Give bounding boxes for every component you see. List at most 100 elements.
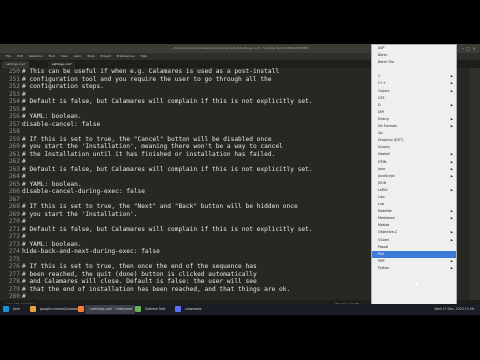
taskbar-item-sublime[interactable]: Sublime Text (142, 305, 168, 314)
taskbar-label: Arch (13, 307, 21, 311)
clock[interactable]: Wed 27 Dec, 2023 11:56 (434, 304, 474, 315)
submenu-arrow-icon: ▶ (450, 265, 453, 270)
code-line[interactable]: # (22, 91, 313, 99)
folder-icon (175, 306, 181, 312)
syntax-menu-item[interactable]: Markdown ▶ (372, 215, 456, 222)
code-line[interactable]: disable-cancel-during-exec: false (22, 188, 313, 196)
syntax-menu-item[interactable]: Groovy (372, 144, 456, 151)
syntax-menu-item[interactable]: CSS (372, 95, 456, 102)
code-line[interactable]: # (22, 158, 313, 166)
code-line[interactable]: # Default is false, but Calamares will c… (22, 226, 313, 234)
code-line[interactable]: # the Installation until it has finished… (22, 151, 313, 159)
taskbar-item-settings[interactable]: ~/settings.conf - Calamares (85, 305, 136, 314)
syntax-menu-item[interactable]: D ▶ (372, 102, 456, 109)
code-line[interactable]: # configuration steps. (22, 83, 313, 91)
menu-item-tools[interactable]: Tools (87, 54, 94, 58)
syntax-menu-item[interactable] (372, 66, 456, 73)
menu-item-preferences[interactable]: Preferences (117, 54, 135, 58)
syntax-menu-item[interactable]: JSON (372, 180, 456, 187)
line-number: 270 (8, 218, 20, 225)
syntax-menu-item[interactable]: OCaml ▶ (372, 237, 456, 244)
code-line[interactable] (22, 196, 313, 204)
syntax-menu-item[interactable]: JavaScript ▶ (372, 173, 456, 180)
code-line[interactable]: # configuration tool and you require the… (22, 76, 313, 84)
syntax-menu-item[interactable]: Lisp (372, 194, 456, 201)
syntax-menu-item[interactable]: Clojure ▶ (372, 88, 456, 95)
taskbar-label: ~/settings.conf - Calamares (88, 307, 133, 311)
code-line[interactable]: disable-cancel: false (22, 121, 313, 129)
line-number: 265 (8, 180, 20, 188)
code-line[interactable]: # YAML: boolean. (22, 241, 313, 249)
menu-item-goto[interactable]: Goto (74, 54, 81, 58)
syntax-menu-item[interactable]: Objective-C ▶ (372, 229, 456, 236)
code-line[interactable]: # YAML: boolean. (22, 181, 313, 189)
menu-item-find[interactable]: Find (49, 54, 55, 58)
code-line[interactable]: # (22, 218, 313, 226)
tab-settings-conf[interactable]: settings.conf (2, 61, 30, 68)
syntax-menu-item[interactable]: C++ ▶ (372, 80, 456, 87)
line-number: 267 (8, 195, 20, 203)
syntax-menu-item[interactable]: ASP (372, 45, 456, 52)
syntax-menu-item[interactable]: Git Formats ▶ (372, 123, 456, 130)
code-line[interactable]: # Default is false, but Calamares will c… (22, 166, 313, 174)
code-line[interactable]: # (22, 173, 313, 181)
menu-item-selection[interactable]: Selection (29, 54, 43, 58)
code-line[interactable]: # This can be useful if when e.g. Calama… (22, 68, 313, 76)
syntax-menu-item[interactable]: Pascal (372, 244, 456, 251)
syntax-menu-item[interactable]: PHP ▶ (372, 258, 456, 265)
code-line[interactable] (22, 256, 313, 264)
syntax-menu-item[interactable]: Diff (372, 109, 456, 116)
submenu-arrow-icon: ▶ (450, 258, 453, 263)
code-line[interactable]: # been reached, the quit (done) button i… (22, 271, 313, 279)
menu-item-project[interactable]: Project (101, 54, 111, 58)
code-line[interactable]: # (22, 233, 313, 241)
code-line[interactable]: # and Calamares will close. Default is f… (22, 278, 313, 286)
syntax-menu-item[interactable]: Haskell ▶ (372, 151, 456, 158)
line-number: 266 (8, 188, 20, 195)
syntax-menu-item[interactable]: Erlang ▶ (372, 116, 456, 123)
code-line[interactable]: # Default is false, but Calamares will c… (22, 98, 313, 106)
code-line[interactable]: # that the end of installation has been … (22, 286, 313, 294)
code-line[interactable]: # If this is set to true, the "Cancel" b… (22, 136, 313, 144)
syntax-menu-item[interactable]: Makefile ▶ (372, 208, 456, 215)
submenu-arrow-icon: ▶ (450, 102, 453, 107)
code-line[interactable]: hide-back-and-next-during-exec: false (22, 248, 313, 256)
code-line[interactable]: # (22, 106, 313, 114)
syntax-menu-item[interactable]: Java ▶ (372, 166, 456, 173)
tab-settings-conf-active[interactable]: settings.conf (48, 61, 76, 68)
code-line[interactable]: # If this is set to true, then once the … (22, 263, 313, 271)
syntax-menu-item[interactable]: C ▶ (372, 73, 456, 80)
syntax-menu-label: Matlab (378, 223, 390, 228)
syntax-menu-item[interactable]: LaTeX ▶ (372, 187, 456, 194)
arch-logo-icon[interactable] (3, 306, 9, 312)
syntax-menu-item[interactable]: Lua (372, 201, 456, 208)
syntax-menu-item[interactable]: Python ▶ (372, 265, 456, 272)
syntax-menu-label: PHP (378, 258, 385, 263)
taskbar-item-arch[interactable]: Arch (10, 305, 23, 314)
syntax-menu-item[interactable]: HTML ▶ (372, 159, 456, 166)
code-text[interactable]: # This can be useful if when e.g. Calama… (22, 68, 313, 301)
maximize-icon[interactable]: □ (466, 46, 470, 51)
syntax-menu-item[interactable]: Perl (372, 250, 456, 258)
syntax-menu-label: Haskell (378, 152, 390, 157)
syntax-menu-item[interactable]: Graphviz (DOT) (372, 137, 456, 144)
menu-item-help[interactable]: Help (140, 54, 147, 58)
code-line[interactable]: # If this is set to true, the "Next" and… (22, 203, 313, 211)
code-line[interactable] (22, 128, 313, 136)
code-line[interactable]: # YAML: boolean. (22, 113, 313, 121)
minimize-icon[interactable]: – (462, 46, 464, 51)
syntax-menu-item[interactable]: Matlab (372, 222, 456, 229)
syntax-menu-item[interactable]: Batch (372, 52, 456, 59)
minimap[interactable] (470, 68, 480, 300)
syntax-menu-label: Objective-C (378, 230, 398, 235)
menu-item-edit[interactable]: Edit (17, 54, 23, 58)
code-line[interactable]: # you start the 'Installation', meaning … (22, 143, 313, 151)
menu-item-view[interactable]: View (61, 54, 68, 58)
syntax-menu-item[interactable]: Go (372, 130, 456, 137)
menu-item-file[interactable]: File (6, 54, 11, 58)
close-icon[interactable]: × (473, 46, 476, 51)
code-line[interactable]: # you start the 'Installation'. (22, 211, 313, 219)
syntax-menu-item[interactable]: Batch File (372, 59, 456, 66)
taskbar-item-calamares[interactable]: calamares (182, 305, 204, 314)
submenu-arrow-icon: ▶ (450, 124, 453, 129)
